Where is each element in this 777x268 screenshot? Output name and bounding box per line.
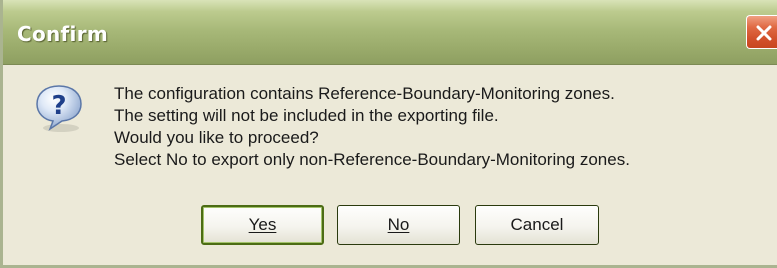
dialog-body: ? The configuration contains Reference-B…	[3, 65, 777, 265]
yes-button[interactable]: Yes	[201, 205, 324, 245]
message-text: The configuration contains Reference-Bou…	[114, 83, 630, 171]
cancel-button-label: Cancel	[510, 215, 564, 234]
confirm-dialog: Confirm ? The configuration contains Ref…	[0, 0, 777, 268]
message-line: The configuration contains Reference-Bou…	[114, 84, 615, 103]
window-title: Confirm	[17, 22, 109, 46]
close-icon	[756, 25, 772, 41]
question-icon: ?	[36, 85, 82, 132]
message-line: Select No to export only non-Reference-B…	[114, 150, 630, 169]
svg-text:?: ?	[51, 91, 66, 121]
close-button[interactable]	[746, 15, 777, 49]
message-line: Would you like to proceed?	[114, 128, 319, 147]
cancel-button[interactable]: Cancel	[475, 205, 599, 245]
no-button[interactable]: No	[337, 205, 460, 245]
title-bar[interactable]: Confirm	[3, 0, 777, 65]
yes-button-label: Yes	[248, 215, 277, 234]
no-button-label: No	[387, 215, 410, 234]
message-line: The setting will not be included in the …	[114, 106, 499, 125]
